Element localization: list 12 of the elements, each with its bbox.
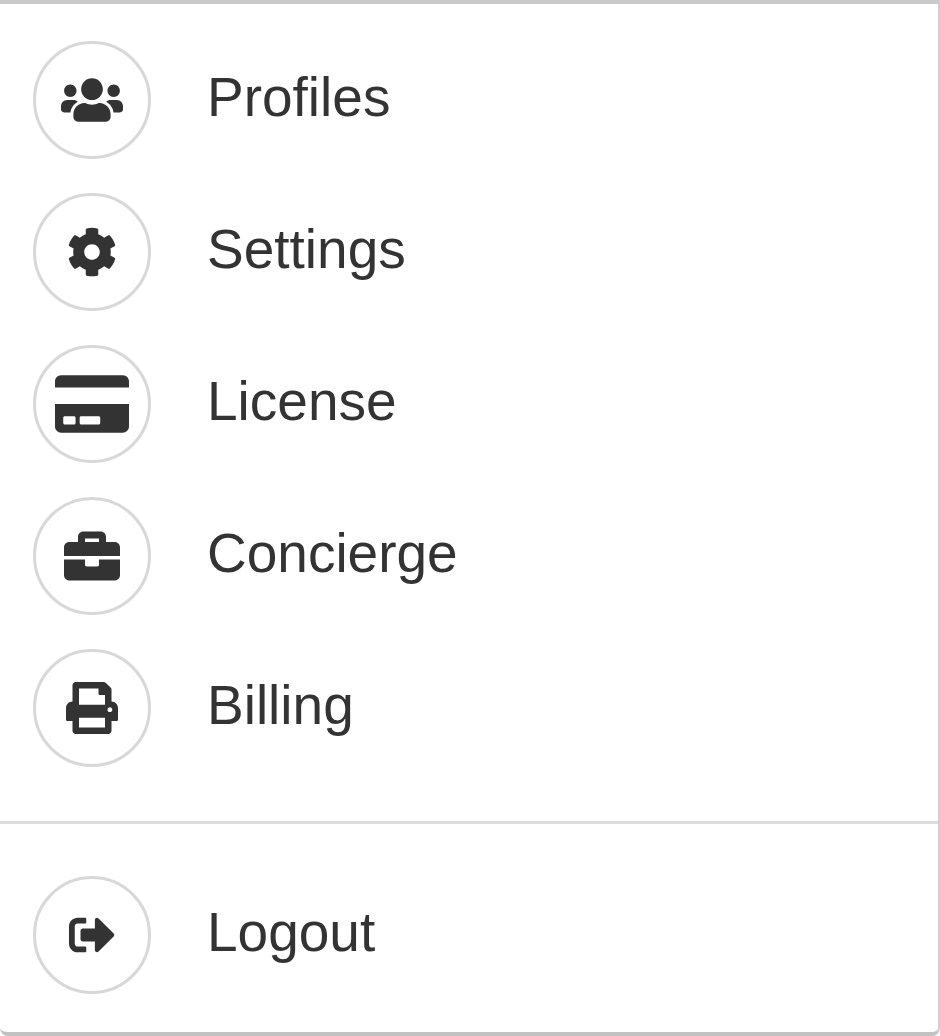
users-icon: [33, 41, 151, 159]
menu-item[interactable]: Concierge: [0, 480, 938, 632]
logout-icon: [33, 876, 151, 994]
menu-item[interactable]: Profiles: [0, 24, 938, 176]
menu-item[interactable]: Logout: [0, 859, 938, 1011]
menu-item[interactable]: Settings: [0, 176, 938, 328]
menu-item[interactable]: License: [0, 328, 938, 480]
briefcase-icon: [33, 497, 151, 615]
credit-card-icon: [33, 345, 151, 463]
printer-icon: [33, 649, 151, 767]
settings-icon: [33, 193, 151, 311]
menu-item[interactable]: Billing: [0, 632, 938, 784]
